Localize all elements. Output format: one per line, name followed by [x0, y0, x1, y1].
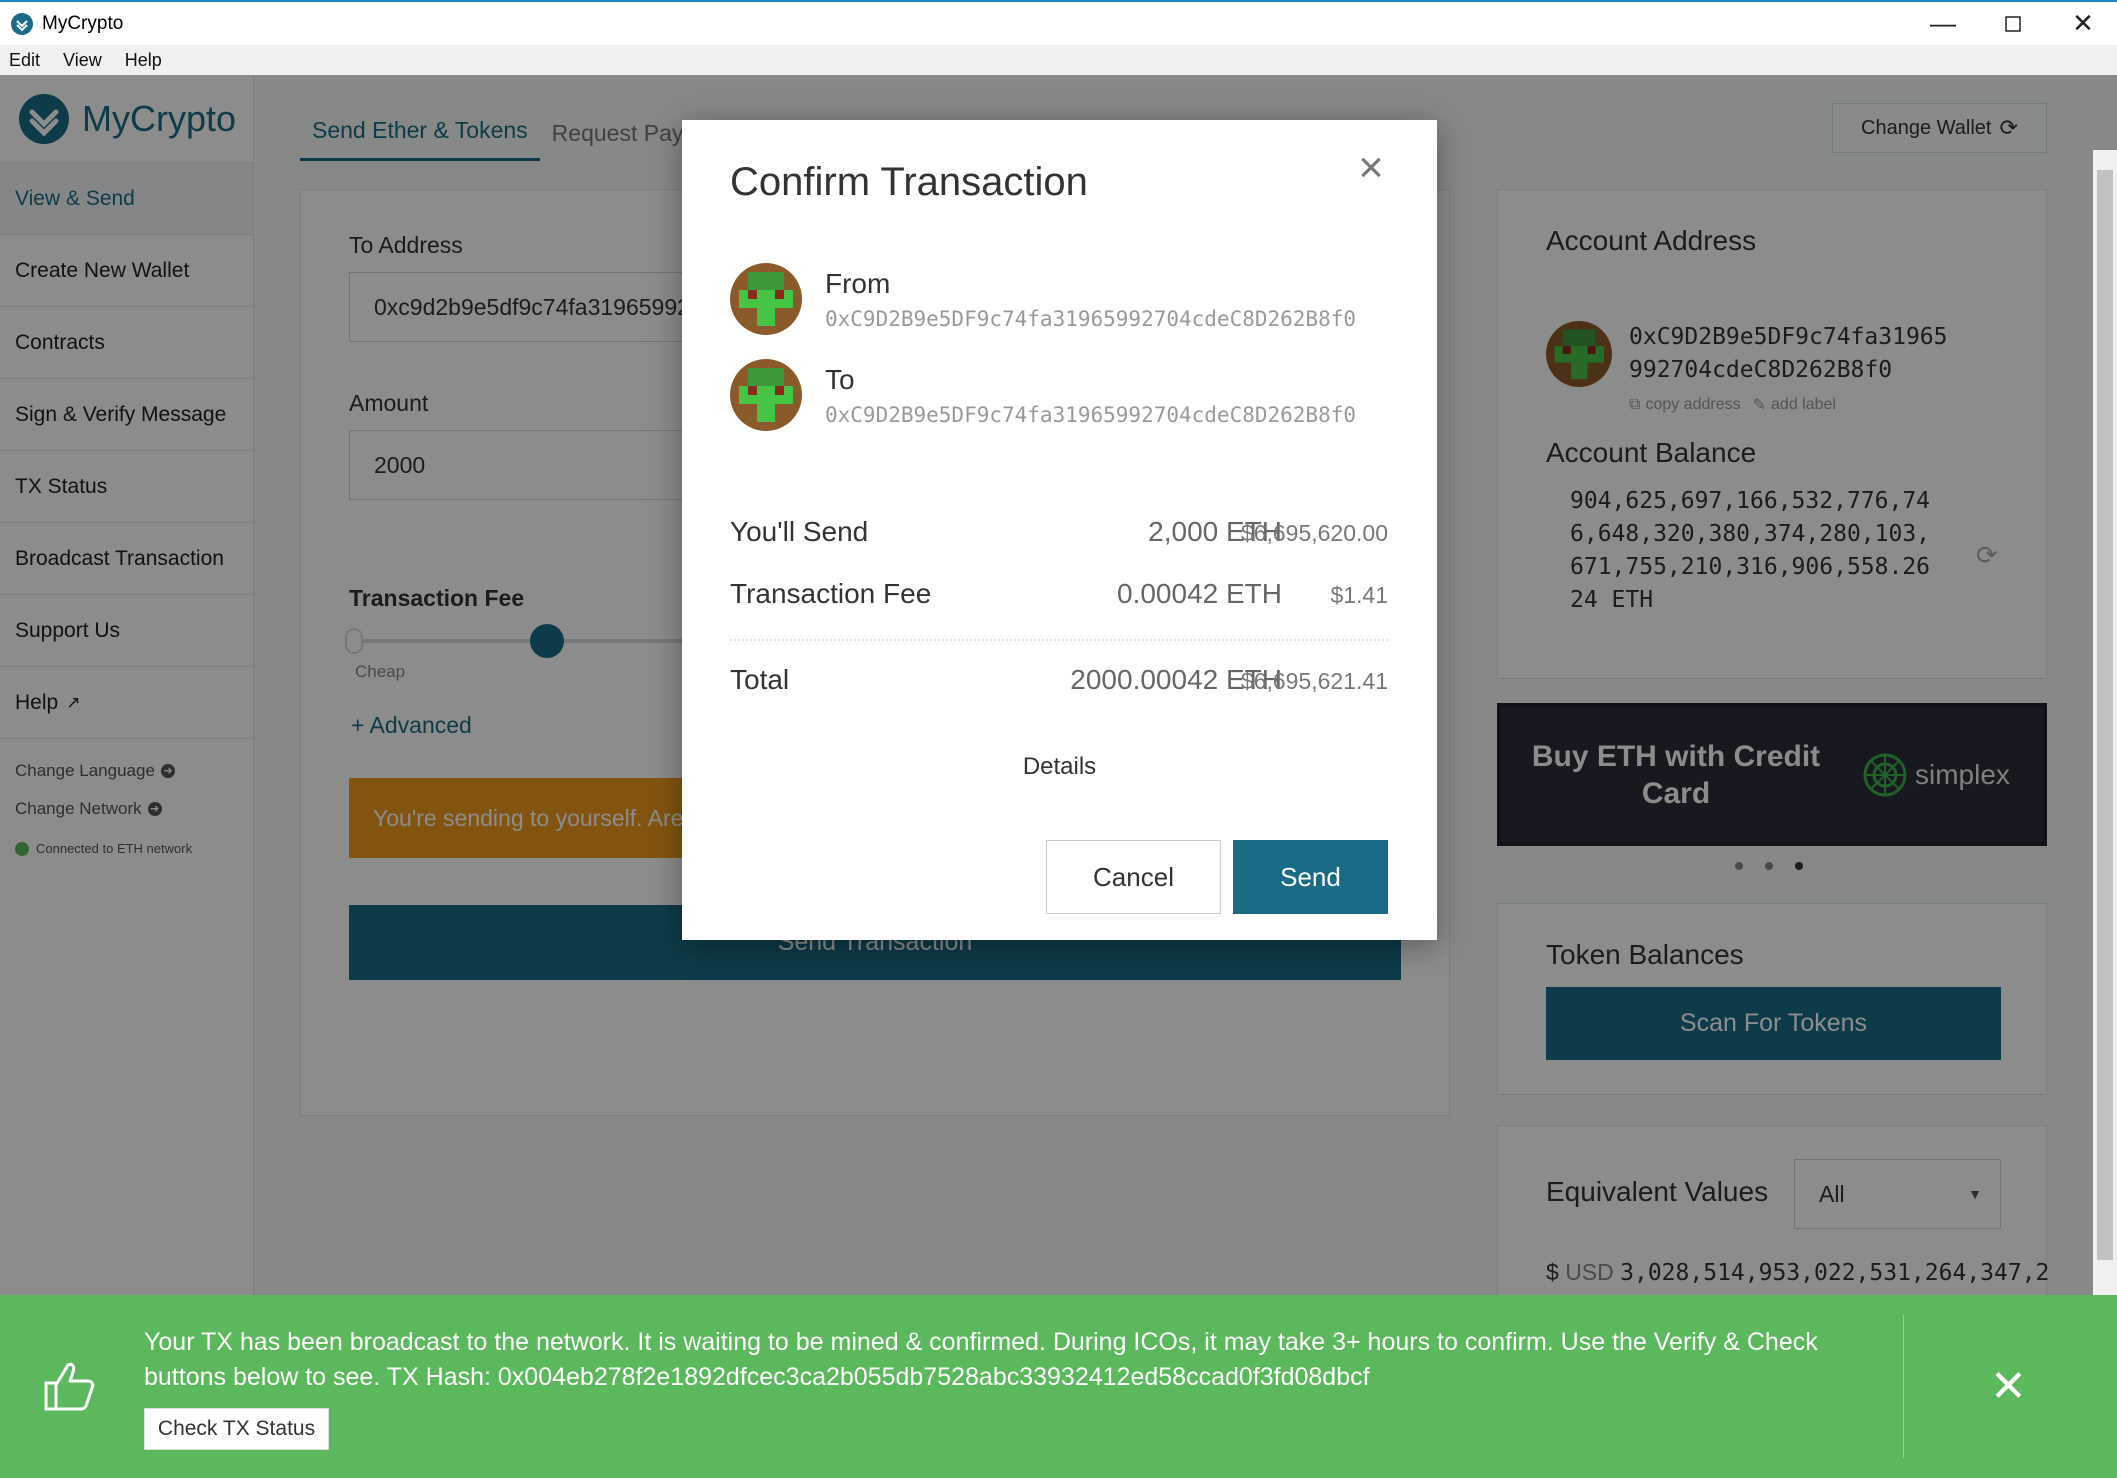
confirm-transaction-modal: Confirm Transaction × From 0xC9D2B9e5DF9…	[682, 120, 1437, 940]
to-identicon	[730, 359, 802, 431]
from-label: From	[825, 268, 891, 299]
toast-message: Your TX has been broadcast to the networ…	[144, 1328, 1818, 1391]
cancel-button[interactable]: Cancel	[1046, 840, 1221, 914]
close-toast-icon[interactable]: ✕	[1990, 1365, 2027, 1409]
to-label: To	[825, 364, 855, 395]
summary-divider	[730, 639, 1388, 641]
toast-separator	[1903, 1315, 1904, 1458]
close-icon[interactable]: ✕	[2048, 2, 2117, 45]
fee-row-usd: $1.41	[1330, 582, 1388, 608]
you-send-usd: $6,695,620.00	[1240, 520, 1388, 546]
scrollbar[interactable]	[2093, 150, 2117, 1370]
menu-help[interactable]: Help	[125, 50, 162, 71]
from-address: 0xC9D2B9e5DF9c74fa31965992704cdeC8D262B8…	[825, 307, 1357, 331]
menu-bar: Edit View Help	[0, 45, 2117, 75]
total-label: Total	[730, 664, 790, 695]
menu-edit[interactable]: Edit	[9, 50, 40, 71]
modal-title: Confirm Transaction	[730, 160, 1088, 204]
send-button[interactable]: Send	[1233, 840, 1388, 914]
scrollbar-thumb[interactable]	[2097, 170, 2113, 1260]
mycrypto-app-icon	[11, 12, 33, 35]
fee-row-label: Transaction Fee	[730, 578, 932, 609]
window-title: MyCrypto	[42, 12, 124, 34]
window-titlebar: MyCrypto — ✕	[0, 0, 2117, 45]
to-address: 0xC9D2B9e5DF9c74fa31965992704cdeC8D262B8…	[825, 403, 1357, 427]
thumbs-up-icon	[44, 1362, 95, 1411]
check-tx-status-button[interactable]: Check TX Status	[144, 1408, 329, 1450]
broadcast-success-toast: Your TX has been broadcast to the networ…	[0, 1295, 2117, 1478]
minimize-icon[interactable]: —	[1908, 2, 1978, 45]
you-send-label: You'll Send	[730, 516, 869, 547]
app-area: MyCrypto View & Send Create New Wallet C…	[0, 75, 2117, 1478]
total-usd: $6,695,621.41	[1240, 668, 1388, 694]
details-link[interactable]: Details	[682, 753, 1437, 781]
maximize-icon[interactable]	[1978, 2, 2048, 45]
from-identicon	[730, 263, 802, 335]
close-icon[interactable]: ×	[1351, 146, 1391, 190]
menu-view[interactable]: View	[63, 50, 102, 71]
